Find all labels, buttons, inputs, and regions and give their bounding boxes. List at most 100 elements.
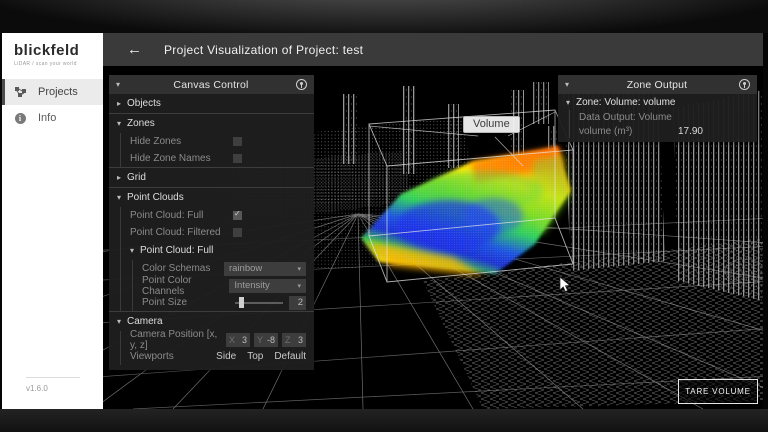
section-zones[interactable]: Zones — [109, 114, 314, 133]
camera-position-inputs: X 3 Y -8 Z 3 — [226, 333, 306, 347]
camera-children: Camera Position [x, y, z] X 3 Y -8 — [120, 331, 314, 365]
axis-prefix: Z — [285, 335, 291, 345]
projects-icon — [14, 86, 26, 98]
sidebar-item-projects[interactable]: Projects — [2, 79, 103, 105]
camera-y-input[interactable]: Y -8 — [254, 333, 278, 347]
viewport-buttons: Side Top Default — [216, 351, 306, 362]
field-label: Camera Position [x, y, z] — [130, 329, 226, 351]
collapse-caret-icon[interactable] — [116, 80, 126, 89]
selected-value: rainbow — [229, 263, 262, 274]
hide-zones-row: Hide Zones — [121, 133, 314, 150]
field-label: Color Schemas — [142, 263, 210, 274]
brand-tagline: LiDAR / scan your world — [14, 61, 103, 67]
main-area: Project Visualization of Project: test — [103, 33, 763, 409]
zone-output-panel: Zone Output Zone: Volume: volume Data Ou… — [558, 75, 757, 142]
section-grid[interactable]: Grid — [109, 168, 314, 187]
section-label: Grid — [127, 172, 146, 183]
point-size-row: Point Size 2 — [133, 294, 314, 311]
canvas-control-header[interactable]: Canvas Control — [109, 75, 314, 94]
axis-value: 3 — [298, 335, 303, 345]
camera-position-row: Camera Position [x, y, z] X 3 Y -8 — [121, 331, 314, 348]
zone-children: Data Output: Volume volume (m³) 17.90 — [569, 110, 757, 138]
volume-zone-label[interactable]: Volume — [463, 116, 520, 133]
section-label: Point Cloud: Full — [140, 245, 213, 256]
pc-full-row: Point Cloud: Full — [121, 207, 314, 224]
zones-children: Hide Zones Hide Zone Names — [120, 133, 314, 167]
caret-down-icon — [117, 119, 127, 128]
section-label: Camera — [127, 316, 163, 327]
app-version: v1.6.0 — [26, 384, 103, 393]
point-size-value[interactable]: 2 — [289, 296, 306, 310]
volume-unit-label: volume (m³) — [579, 126, 632, 137]
viewport-default-button[interactable]: Default — [274, 351, 306, 362]
pc-filtered-row: Point Cloud: Filtered — [121, 224, 314, 241]
sidebar-footer: v1.6.0 — [2, 377, 103, 409]
top-bezel — [0, 0, 768, 33]
axis-prefix: Y — [257, 335, 263, 345]
axis-value: -8 — [267, 335, 275, 345]
brand-logo: Blickfeld LiDAR / scan your world — [2, 33, 103, 73]
panel-title: Zone Output — [575, 79, 739, 91]
caret-right-icon — [117, 173, 127, 182]
point-clouds-children: Point Cloud: Full Point Cloud: Filtered … — [120, 207, 314, 311]
tare-volume-button[interactable]: TARE VOLUME — [678, 379, 758, 404]
brand-wordmark: Blickfeld — [14, 42, 103, 59]
section-label: Point Clouds — [127, 192, 184, 203]
sidebar: Blickfeld LiDAR / scan your world Projec… — [2, 33, 103, 409]
field-label: Point Color Channels — [142, 275, 229, 297]
footer-divider — [26, 377, 80, 378]
axis-value: 3 — [242, 335, 247, 345]
chevron-down-icon — [297, 265, 301, 273]
zone-volume-section[interactable]: Zone: Volume: volume — [558, 94, 757, 110]
color-channels-row: Point Color Channels Intensity — [133, 277, 314, 294]
topbar: Project Visualization of Project: test — [103, 33, 763, 66]
caret-down-icon — [117, 317, 127, 326]
point-size-slider[interactable] — [235, 297, 283, 308]
page-title: Project Visualization of Project: test — [164, 43, 363, 57]
caret-right-icon — [117, 99, 127, 108]
collapse-caret-icon[interactable] — [565, 80, 575, 89]
viewports-row: Viewports Side Top Default — [121, 348, 314, 365]
data-output-row: Data Output: Volume — [570, 110, 757, 124]
section-label: Zones — [127, 118, 155, 129]
pin-icon[interactable] — [739, 79, 750, 90]
caret-down-icon — [130, 246, 140, 255]
zone-output-header[interactable]: Zone Output — [558, 75, 757, 94]
pc-full-settings-children: Color Schemas rainbow Point Color Channe… — [132, 260, 314, 311]
data-output-label: Data Output: Volume — [579, 112, 672, 123]
section-pc-full-settings[interactable]: Point Cloud: Full — [121, 241, 314, 260]
device-frame: Blickfeld LiDAR / scan your world Projec… — [0, 0, 768, 432]
field-label: Viewports — [130, 351, 174, 362]
chevron-down-icon — [297, 282, 301, 290]
app-window: Blickfeld LiDAR / scan your world Projec… — [2, 33, 763, 409]
viewport-side-button[interactable]: Side — [216, 351, 236, 362]
info-icon — [14, 112, 26, 124]
hide-zone-names-row: Hide Zone Names — [121, 150, 314, 167]
pc-filtered-checkbox[interactable] — [233, 228, 242, 237]
mouse-cursor — [558, 276, 572, 294]
sidebar-item-info[interactable]: Info — [2, 105, 103, 131]
zone-label: Zone: Volume: volume — [576, 97, 676, 108]
field-label: Point Cloud: Filtered — [130, 227, 221, 238]
slider-thumb[interactable] — [239, 297, 244, 308]
pin-icon[interactable] — [296, 79, 307, 90]
field-label: Hide Zone Names — [130, 153, 211, 164]
color-schemas-select[interactable]: rainbow — [224, 262, 306, 276]
hide-zone-names-checkbox[interactable] — [233, 154, 242, 163]
canvas-control-panel: Canvas Control Objects Zones H — [109, 75, 314, 370]
pc-full-checkbox[interactable] — [233, 211, 242, 220]
camera-z-input[interactable]: Z 3 — [282, 333, 306, 347]
hide-zones-checkbox[interactable] — [233, 137, 242, 146]
panel-title: Canvas Control — [126, 79, 296, 91]
camera-x-input[interactable]: X 3 — [226, 333, 250, 347]
section-point-clouds[interactable]: Point Clouds — [109, 188, 314, 207]
section-objects[interactable]: Objects — [109, 94, 314, 113]
3d-viewport[interactable]: Volume Canvas Control Objects — [103, 66, 763, 409]
field-label: Point Cloud: Full — [130, 210, 203, 221]
volume-value: 17.90 — [678, 126, 703, 137]
viewport-top-button[interactable]: Top — [247, 351, 263, 362]
field-label: Point Size — [142, 297, 187, 308]
color-channels-select[interactable]: Intensity — [229, 279, 306, 293]
back-icon[interactable] — [127, 41, 142, 58]
sidebar-item-label: Info — [38, 112, 56, 124]
